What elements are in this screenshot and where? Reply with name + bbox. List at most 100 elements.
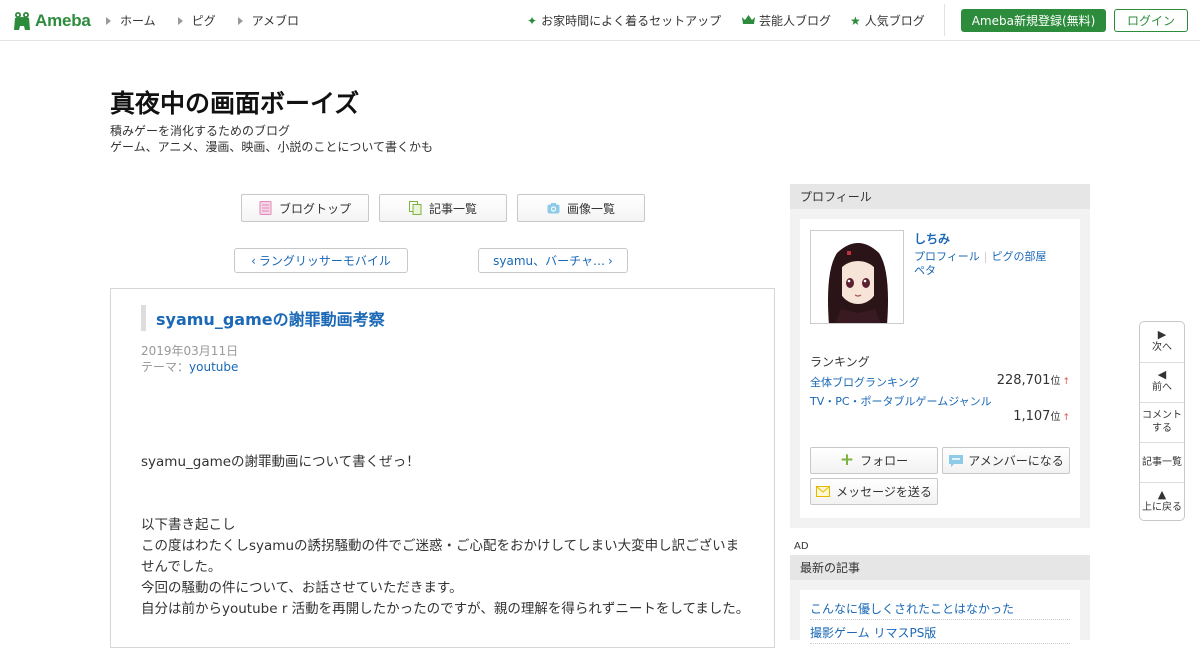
avatar[interactable] <box>810 230 904 324</box>
genre-ranking-link[interactable]: TV・PC・ポータブルゲームジャンル <box>810 393 992 409</box>
blog-description-line: 積みゲーを消化するためのブログ <box>110 124 291 138</box>
nav-setup-link[interactable]: ✦ お家時間によく着るセットアップ <box>527 12 721 29</box>
link-separator: | <box>983 250 988 263</box>
register-button[interactable]: Ameba新規登録(無料) <box>961 9 1106 32</box>
float-divider <box>1140 402 1184 403</box>
image-list-label: 画像一覧 <box>566 201 615 216</box>
blog-title[interactable]: 真夜中の画面ボーイズ <box>110 84 359 120</box>
float-next-button[interactable]: ▶ 次へ <box>1140 328 1184 354</box>
global-header: Ameba ホーム ピグ アメブロ ✦ お家時間によく着るセットアップ 芸能人ブ… <box>0 0 1200 41</box>
speech-bubble-icon <box>949 454 964 467</box>
article-entry: syamu_gameの謝罪動画考察 2019年03月11日 テーマ：youtub… <box>110 288 775 648</box>
nav-ameblo-label: アメブロ <box>251 14 300 28</box>
triangle-up-icon: ▲ <box>1157 488 1167 501</box>
article-title[interactable]: syamu_gameの謝罪動画考察 <box>141 305 385 331</box>
profile-card: しちみ プロフィール | ピグの部屋 ペタ ランキング 全体ブログランキング 228… <box>800 219 1080 518</box>
star-icon: ★ <box>850 13 861 28</box>
article-list-button[interactable]: 記事一覧 <box>379 194 507 222</box>
nav-home-link[interactable]: ホーム <box>106 12 156 29</box>
blog-description: 積みゲーを消化するためのブログ ゲーム、アニメ、漫画、映画、小説のことについて書… <box>110 123 433 155</box>
prev-article-label: ラングリッサーモバイル <box>258 254 391 268</box>
article-date: 2019年03月11日 <box>141 344 239 358</box>
play-left-icon: ◀ <box>1157 368 1167 381</box>
nav-popular-link[interactable]: ★ 人気ブログ <box>850 12 925 29</box>
follow-label: フォロー <box>860 454 909 468</box>
latest-article-link[interactable]: 撮影ゲーム リマスPS版 <box>810 624 1070 644</box>
blog-description-line: ゲーム、アニメ、漫画、映画、小説のことについて書くかも <box>110 140 434 154</box>
floating-nav: ▶ 次へ ◀ 前へ コメント する 記事一覧 ▲ 上に戻る <box>1139 321 1185 521</box>
article-theme-link[interactable]: youtube <box>189 360 238 374</box>
article-paragraph: 以下書き起こし <box>141 517 236 533</box>
crown-icon <box>742 14 755 27</box>
amember-button[interactable]: アメンバーになる <box>942 447 1070 474</box>
follow-button[interactable]: + フォロー <box>810 447 938 474</box>
float-comment-label: する <box>1152 423 1172 434</box>
overall-ranking-value: 228,701位 ↑ <box>997 372 1070 388</box>
float-top-button[interactable]: ▲ 上に戻る <box>1140 488 1184 514</box>
genre-ranking-value: 1,107位 ↑ <box>1013 408 1070 424</box>
send-message-button[interactable]: メッセージを送る <box>810 478 938 505</box>
rank-up-arrow-icon: ↑ <box>1062 377 1070 387</box>
plus-icon: + <box>839 450 855 470</box>
document-icon <box>259 201 272 215</box>
next-article-label: syamu、バーチャ… <box>493 254 606 268</box>
float-prev-button[interactable]: ◀ 前へ <box>1140 368 1184 394</box>
ameba-logo[interactable]: Ameba <box>12 8 91 34</box>
float-prev-label: 前へ <box>1152 382 1172 393</box>
global-nav-left: ホーム ピグ アメブロ <box>106 12 321 29</box>
peta-link[interactable]: ペタ <box>914 264 936 277</box>
rank-unit: 位 <box>1050 376 1061 387</box>
float-comment-button[interactable]: コメント する <box>1140 409 1184 435</box>
nav-ameblo-link[interactable]: アメブロ <box>237 12 300 29</box>
overall-ranking-link[interactable]: 全体ブログランキング <box>810 374 920 390</box>
play-right-icon: ▶ <box>1157 328 1167 341</box>
nav-pigg-label: ピグ <box>191 14 216 28</box>
profile-links: プロフィール | ピグの部屋 ペタ <box>914 250 1074 278</box>
chevron-right-icon: › <box>608 253 613 268</box>
article-paragraph: syamu_gameの謝罪動画について書くぜっ！ <box>141 454 420 470</box>
float-divider <box>1140 482 1184 483</box>
profile-name[interactable]: しちみ <box>914 230 950 247</box>
avatar-image <box>811 231 903 323</box>
envelope-icon <box>816 486 831 497</box>
send-message-label: メッセージを送る <box>836 485 932 499</box>
header-divider <box>944 4 945 36</box>
ranking-heading: ランキング <box>810 355 870 369</box>
article-body: syamu_gameの謝罪動画について書くぜっ！ 以下書き起こし この度はわたく… <box>141 452 751 620</box>
article-theme: テーマ：youtube <box>141 358 238 375</box>
nav-popular-label: 人気ブログ <box>864 14 925 28</box>
prev-article-link[interactable]: ‹ ラングリッサーモバイル <box>234 248 408 273</box>
camera-icon <box>547 203 560 214</box>
login-button[interactable]: ログイン <box>1114 9 1188 32</box>
next-article-link[interactable]: syamu、バーチャ… › <box>478 248 628 273</box>
latest-articles-card: こんなに優しくされたことはなかった 撮影ゲーム リマスPS版 <box>800 590 1080 650</box>
logo-text: Ameba <box>35 11 91 30</box>
nav-celebrity-link[interactable]: 芸能人ブログ <box>742 12 831 29</box>
nav-pigg-link[interactable]: ピグ <box>177 12 216 29</box>
rank-unit: 位 <box>1050 412 1061 423</box>
float-next-label: 次へ <box>1152 342 1172 353</box>
chevron-left-icon: ‹ <box>251 253 256 268</box>
blog-top-label: ブログトップ <box>278 201 351 216</box>
image-list-button[interactable]: 画像一覧 <box>517 194 645 222</box>
profile-section: しちみ プロフィール | ピグの部屋 ペタ ランキング 全体ブログランキング 228… <box>790 209 1090 528</box>
latest-articles-heading: 最新の記事 <box>790 555 1090 580</box>
nav-celebrity-label: 芸能人ブログ <box>759 14 832 28</box>
pigg-room-link[interactable]: ピグの部屋 <box>992 250 1047 263</box>
profile-link[interactable]: プロフィール <box>914 250 980 263</box>
genre-ranking-number: 1,107 <box>1013 409 1051 424</box>
triangle-right-icon <box>106 16 111 25</box>
blog-top-button[interactable]: ブログトップ <box>241 194 369 222</box>
float-top-label: 上に戻る <box>1142 502 1182 513</box>
float-divider <box>1140 442 1184 443</box>
rank-up-arrow-icon: ↑ <box>1062 413 1070 423</box>
float-divider <box>1140 362 1184 363</box>
amember-label: アメンバーになる <box>968 454 1064 468</box>
ad-label: AD <box>794 541 809 552</box>
float-list-button[interactable]: 記事一覧 <box>1140 456 1184 469</box>
article-theme-prefix: テーマ： <box>141 360 190 374</box>
triangle-right-icon <box>177 16 183 25</box>
article-paragraph: この度はわたくしsyamuの誘拐騒動の件でご迷惑・ご心配をおかけしてしまい大変申… <box>141 538 740 575</box>
latest-article-link[interactable]: こんなに優しくされたことはなかった <box>810 600 1070 620</box>
ameba-frog-icon <box>14 12 30 30</box>
